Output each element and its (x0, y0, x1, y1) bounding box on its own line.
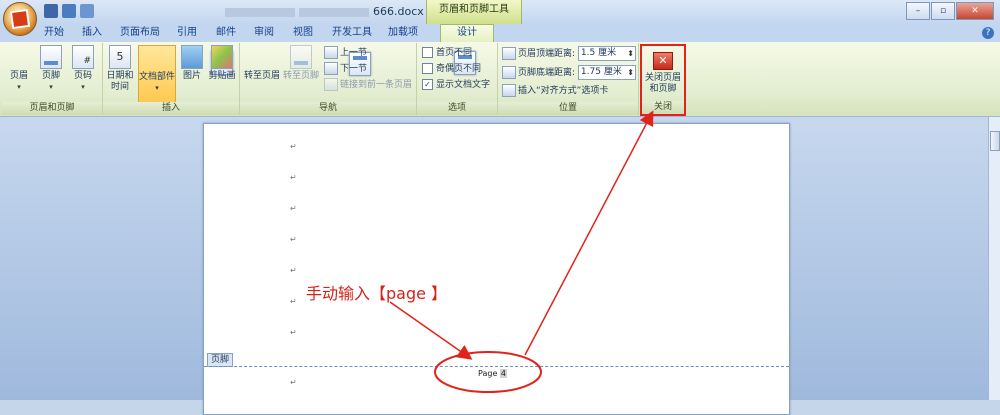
close-header-footer-label: 关闭页眉 和页脚 (644, 73, 681, 94)
group-label: 关闭 (642, 101, 684, 114)
tab-insert[interactable]: 插入 (76, 25, 108, 42)
goto-footer-icon (290, 45, 312, 69)
undo-icon[interactable] (62, 4, 76, 18)
paragraph-mark: ↵ (290, 173, 297, 182)
footer-position-icon (502, 66, 516, 79)
checkbox-icon (422, 47, 433, 58)
footer-button[interactable]: 页脚 ▾ (36, 45, 66, 93)
paragraph-mark: ↵ (290, 378, 297, 387)
tab-mailings[interactable]: 邮件 (210, 25, 242, 42)
tab-page-layout[interactable]: 页面布局 (114, 25, 166, 42)
clipart-button[interactable]: 剪贴画 (207, 45, 237, 82)
footer-icon (40, 45, 62, 69)
footer-content[interactable]: Page 4 (478, 369, 508, 378)
annotation-text: 手动输入【page 】 (306, 284, 448, 303)
doc-parts-button[interactable]: 文档部件 ▾ (138, 45, 371, 103)
help-icon[interactable]: ? (982, 27, 994, 39)
redo-icon[interactable] (80, 4, 94, 18)
tab-developer[interactable]: 开发工具 (326, 25, 378, 42)
close-header-footer-button[interactable]: ✕ 关闭页眉 和页脚 关闭 (640, 44, 686, 116)
show-document-text-checkbox[interactable]: ✓ 显示文档文字 (422, 78, 490, 92)
document-page[interactable]: ↵ ↵ ↵ ↵ ↵ ↵ ↵ ↵ 手动输入【page 】 页脚 Page 4 (203, 123, 790, 415)
group-navigation: 转至页眉 转至页脚 上一节 下一节 链接到前一条页眉 导航 (240, 43, 476, 115)
paragraph-mark: ↵ (290, 204, 297, 213)
group-label: 导航 (240, 102, 416, 115)
footer-label: 页脚 (207, 353, 234, 367)
group-label: 插入 (103, 102, 239, 115)
first-page-different-checkbox[interactable]: 首页不同 (422, 46, 472, 60)
header-top-distance: 页眉顶端距离: 1.5 厘米 (502, 46, 636, 61)
tab-home[interactable]: 开始 (38, 25, 70, 42)
page-number-field[interactable]: 4 (499, 369, 508, 378)
header-button[interactable]: 页眉 ▾ (4, 45, 233, 93)
minimize-button[interactable]: – (906, 2, 930, 20)
document-area: ↵ ↵ ↵ ↵ ↵ ↵ ↵ ↵ 手动输入【page 】 页脚 Page 4 (0, 117, 988, 415)
previous-section-icon (324, 46, 338, 59)
group-header-footer: 页眉▾ 页脚▾ 页码▾ 页眉和页脚 (2, 43, 233, 115)
scroll-thumb[interactable] (990, 131, 1000, 151)
ribbon-tabs: 开始 插入 页面布局 引用 邮件 审阅 视图 开发工具 加载项 设计 ? (0, 24, 1000, 43)
group-label: 页眉和页脚 (2, 102, 102, 115)
goto-footer-button[interactable]: 转至页脚 (283, 45, 319, 82)
next-section-button[interactable]: 下一节 (324, 62, 367, 76)
footer-bottom-distance: 页脚底端距离: 1.75 厘米 (502, 65, 636, 80)
tab-view[interactable]: 视图 (287, 25, 319, 42)
group-label: 位置 (498, 102, 638, 115)
tab-design[interactable]: 设计 (440, 24, 494, 43)
paragraph-mark: ↵ (290, 266, 297, 275)
checkmark-icon: ✓ (422, 79, 433, 90)
link-to-previous-button[interactable]: 链接到前一条页眉 (324, 78, 412, 92)
previous-section-button[interactable]: 上一节 (324, 46, 367, 60)
vertical-scrollbar[interactable] (988, 117, 1000, 400)
tab-review[interactable]: 审阅 (248, 25, 280, 42)
picture-icon (181, 45, 203, 69)
close-icon: ✕ (653, 52, 673, 70)
paragraph-mark: ↵ (290, 142, 297, 151)
page-number-button[interactable]: 页码▾ (68, 45, 98, 93)
title-bar: 666.docx - Microsoft Word 页眉和页脚工具 – ▫ ✕ (0, 0, 1000, 36)
office-logo-icon (9, 8, 31, 30)
group-label: 选项 (417, 102, 497, 115)
calendar-icon: 5 (109, 45, 131, 69)
checkbox-icon (422, 63, 433, 74)
paragraph-mark: ↵ (290, 297, 297, 306)
paragraph-mark: ↵ (290, 235, 297, 244)
insert-alignment-tab-button[interactable]: 插入“对齐方式”选项卡 (502, 84, 608, 98)
office-button[interactable] (3, 2, 37, 36)
tab-references[interactable]: 引用 (171, 25, 203, 42)
alignment-tab-icon (502, 84, 516, 97)
group-options: 首页不同 奇偶页不同 ✓ 显示文档文字 选项 (417, 43, 498, 115)
page-number-icon (72, 45, 94, 69)
next-section-icon (324, 62, 338, 75)
context-tab-header-footer-tools: 页眉和页脚工具 (426, 0, 522, 24)
group-position: 页眉顶端距离: 1.5 厘米 页脚底端距离: 1.75 厘米 插入“对齐方式”选… (498, 43, 639, 115)
tab-addins[interactable]: 加载项 (382, 25, 424, 42)
save-icon[interactable] (44, 4, 58, 18)
header-top-distance-input[interactable]: 1.5 厘米 (577, 46, 636, 61)
footer-divider (204, 366, 789, 367)
header-position-icon (502, 47, 516, 60)
close-window-button[interactable]: ✕ (956, 2, 994, 20)
footer-bottom-distance-input[interactable]: 1.75 厘米 (577, 65, 636, 80)
group-insert: 5 日期和 时间 文档部件 ▾ 图片 剪贴画 插入 (103, 43, 371, 115)
restore-button[interactable]: ▫ (931, 2, 955, 20)
quick-access-toolbar (38, 4, 94, 18)
picture-button[interactable]: 图片 (177, 45, 207, 82)
ribbon: 页眉▾ 页脚▾ 页码▾ 页眉和页脚 5 日期和 时间 文档部件▾ 图片 剪贴画 (0, 42, 1000, 117)
goto-header-button[interactable]: 转至页眉 (244, 45, 476, 82)
odd-even-different-checkbox[interactable]: 奇偶页不同 (422, 62, 481, 76)
clipart-icon (211, 45, 233, 69)
link-icon (324, 78, 338, 91)
paragraph-mark: ↵ (290, 328, 297, 337)
date-time-button[interactable]: 5 日期和 时间 (105, 45, 135, 93)
window-controls: – ▫ ✕ (906, 2, 994, 20)
